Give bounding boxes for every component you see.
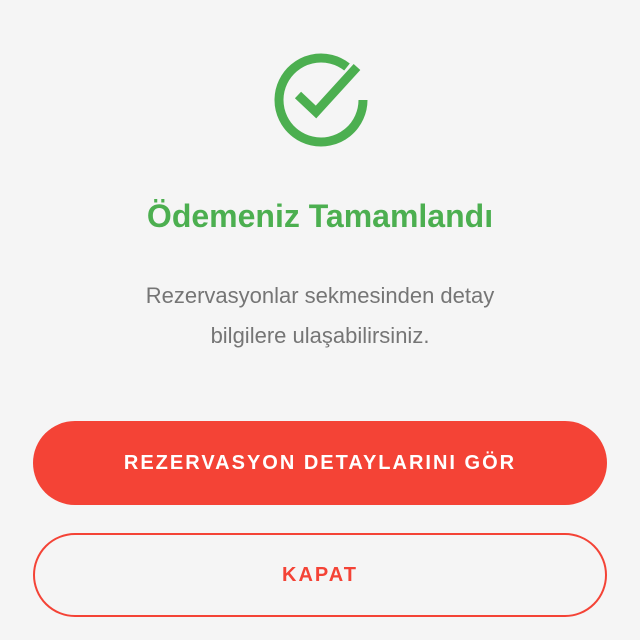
view-reservation-details-button[interactable]: REZERVASYON DETAYLARINI GÖR (33, 421, 607, 505)
close-button[interactable]: KAPAT (33, 533, 607, 617)
view-reservation-details-label: REZERVASYON DETAYLARINI GÖR (123, 451, 517, 474)
close-button-label: KAPAT (282, 563, 358, 586)
page-title: Ödemeniz Tamamlandı (146, 198, 494, 234)
success-message-line-1: Rezervasyonlar sekmesinden detay (145, 283, 495, 308)
success-message-line-2: bilgilere ulaşabilirsiniz. (210, 323, 430, 348)
payment-success-screen: Ödemeniz Tamamlandı Rezervasyonlar sekme… (0, 0, 640, 640)
check-circle-icon (265, 45, 375, 150)
success-message: Rezervasyonlar sekmesinden detay bilgile… (60, 276, 580, 356)
